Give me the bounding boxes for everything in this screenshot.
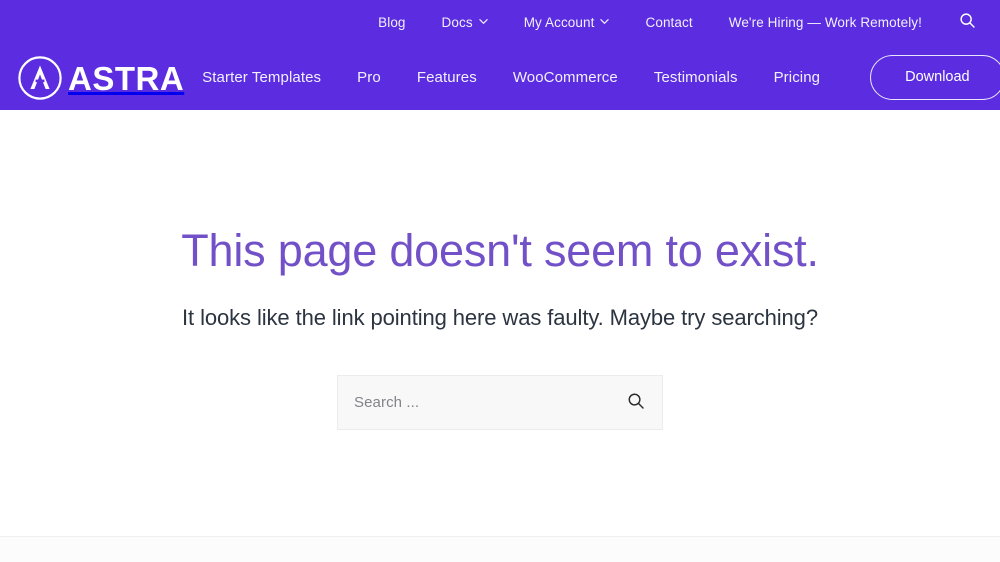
nav-label: Testimonials — [653, 69, 738, 86]
nav-label: Pro — [357, 69, 381, 86]
search-input[interactable] — [338, 375, 662, 429]
nav-item-testimonials[interactable]: Testimonials — [636, 60, 756, 95]
nav-item-starter-templates[interactable]: Starter Templates — [184, 60, 339, 95]
site-logo-text: ASTRA — [68, 60, 185, 97]
primary-bar: ASTRA Starter Templates Pro Features Woo… — [0, 45, 1000, 110]
nav-label: WooCommerce — [512, 69, 618, 86]
top-nav-item-blog[interactable]: Blog — [360, 10, 423, 36]
error-page-content: This page doesn't seem to exist. It look… — [0, 110, 1000, 536]
nav-label: Features — [416, 69, 477, 86]
nav-item-pricing[interactable]: Pricing — [756, 60, 839, 95]
nav-label: Starter Templates — [202, 69, 322, 86]
site-header: Blog Docs My Account Contact We're Hirin… — [0, 0, 1000, 110]
search-form — [337, 374, 663, 430]
search-submit-button[interactable] — [622, 388, 650, 416]
chevron-down-icon — [478, 17, 488, 26]
search-icon — [627, 392, 645, 413]
header-search-toggle[interactable] — [952, 8, 982, 38]
nav-item-pro[interactable]: Pro — [339, 60, 399, 95]
top-nav-label: Docs — [441, 14, 473, 30]
nav-item-woocommerce[interactable]: WooCommerce — [495, 60, 636, 95]
astra-logo-icon — [16, 54, 64, 102]
primary-navigation: Starter Templates Pro Features WooCommer… — [184, 60, 838, 95]
nav-item-features[interactable]: Features — [399, 60, 495, 95]
top-nav-label: Blog — [378, 14, 406, 30]
page-subtitle: It looks like the link pointing here was… — [182, 305, 818, 330]
search-icon — [959, 12, 976, 34]
footer-divider — [0, 536, 1000, 562]
top-nav-item-were-hiring[interactable]: We're Hiring — Work Remotely! — [711, 10, 940, 36]
download-button[interactable]: Download — [870, 55, 1000, 100]
site-logo[interactable]: ASTRA — [16, 54, 184, 102]
top-nav-label: Contact — [645, 14, 693, 30]
chevron-down-icon — [600, 17, 610, 26]
top-nav-item-docs[interactable]: Docs — [424, 10, 506, 36]
top-nav-label: We're Hiring — Work Remotely! — [728, 14, 922, 30]
nav-label: Pricing — [773, 69, 821, 86]
top-utility-bar: Blog Docs My Account Contact We're Hirin… — [0, 0, 1000, 45]
top-navigation: Blog Docs My Account Contact We're Hirin… — [360, 8, 982, 38]
top-nav-item-contact[interactable]: Contact — [627, 10, 710, 36]
page-title: This page doesn't seem to exist. — [181, 225, 819, 276]
top-nav-item-my-account[interactable]: My Account — [506, 10, 628, 36]
top-nav-label: My Account — [523, 14, 595, 30]
